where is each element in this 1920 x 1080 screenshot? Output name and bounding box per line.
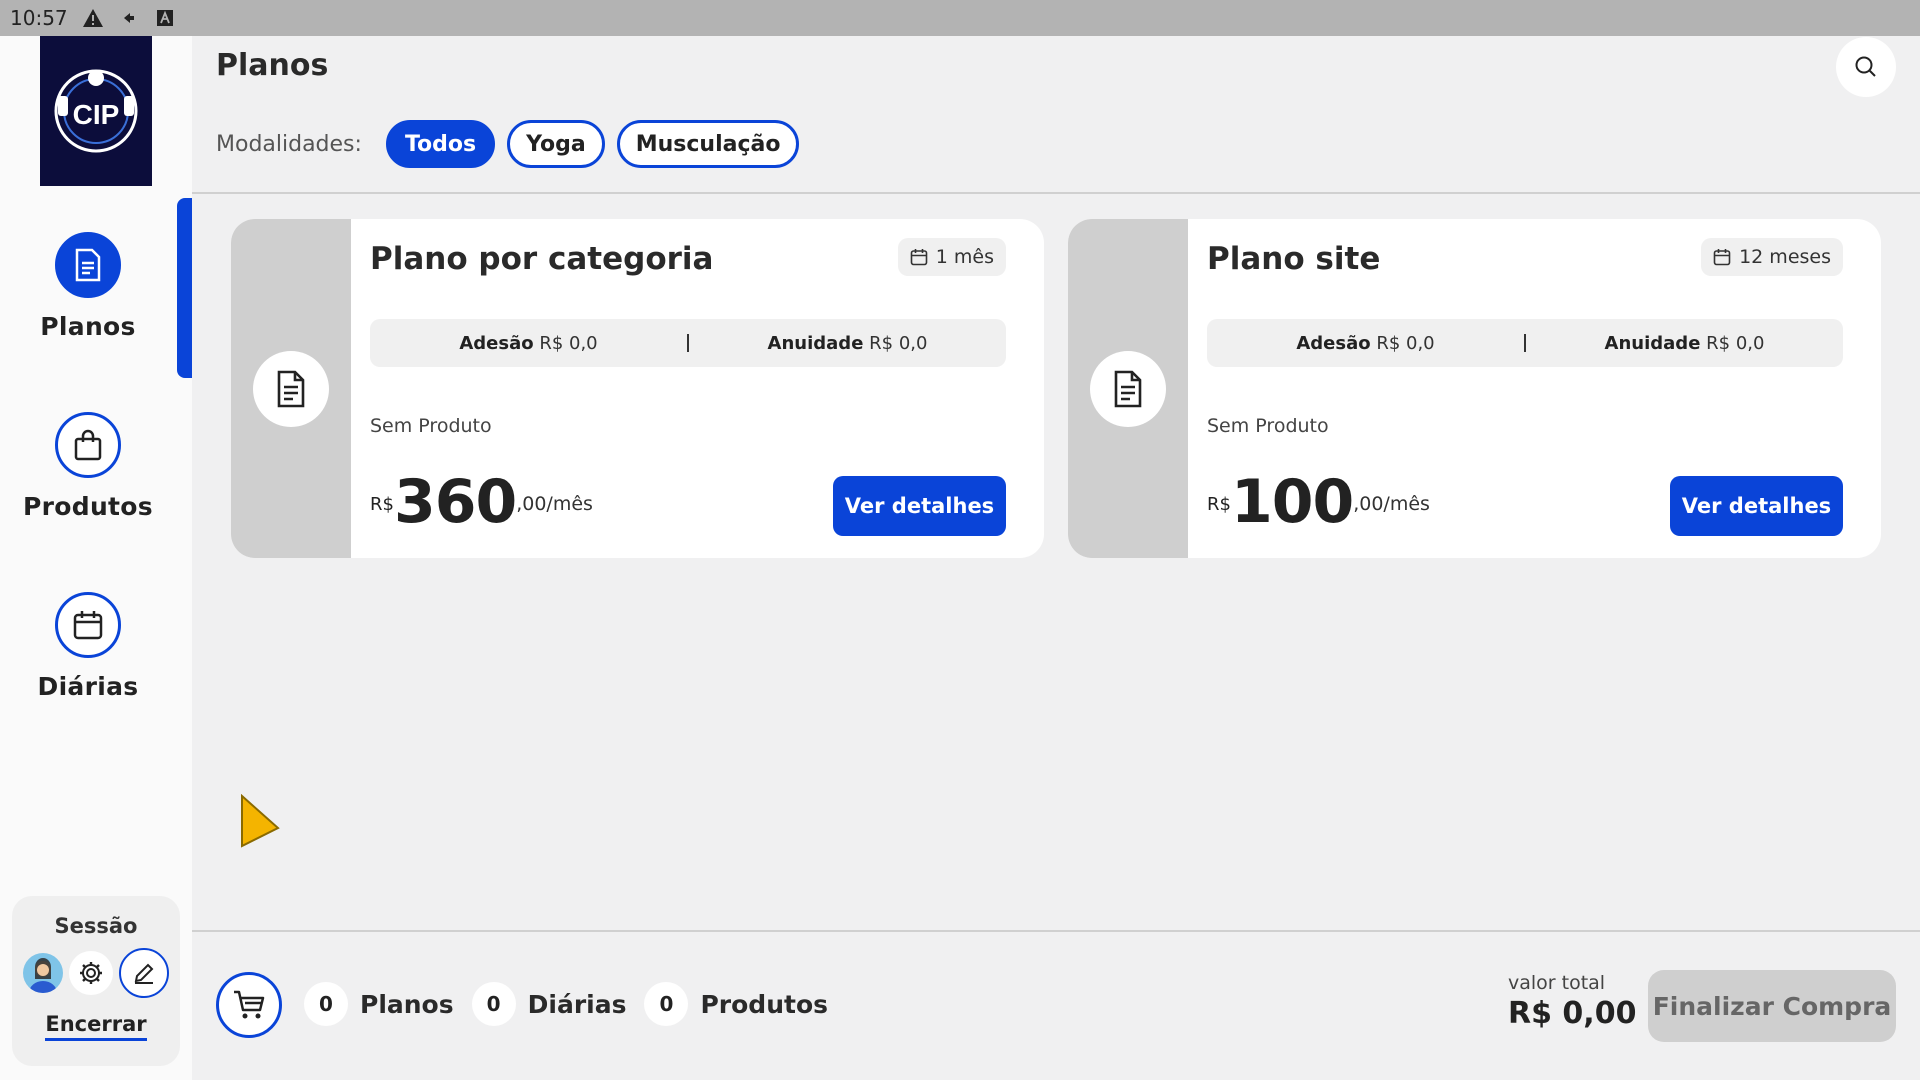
filters-label: Modalidades: (216, 131, 362, 157)
search-icon (1855, 56, 1876, 77)
modalities-filter: Modalidades: Todos Yoga Musculação (216, 120, 800, 168)
logo-text: CIP (73, 99, 120, 130)
active-nav-indicator (177, 198, 192, 378)
header-divider (192, 192, 1920, 194)
nav-label-diarias: Diárias (37, 672, 139, 701)
shopping-cart-icon (234, 990, 265, 1019)
total-value: R$ 0,00 (1508, 996, 1637, 1031)
price-suffix: ,00/mês (516, 493, 593, 515)
filter-chip-todos[interactable]: Todos (385, 120, 496, 168)
edit-pencil-icon[interactable] (119, 948, 169, 998)
plan-description: Sem Produto (1207, 415, 1329, 437)
price-suffix: ,00/mês (1353, 493, 1430, 515)
calendar-icon (910, 249, 928, 266)
plan-title: Plano por categoria (370, 241, 714, 277)
duration-badge: 1 mês (897, 238, 1006, 276)
page-title: Planos (216, 48, 329, 83)
mouse-cursor-icon (238, 793, 282, 854)
filter-chip-yoga[interactable]: Yoga (507, 120, 605, 168)
count-label-planos: Planos (360, 989, 454, 1019)
search-button[interactable] (1836, 37, 1896, 97)
signal-icon (118, 7, 140, 29)
document-icon (1090, 351, 1166, 427)
plan-description: Sem Produto (370, 415, 492, 437)
count-planos: 0 (304, 982, 348, 1026)
total-summary: valor total R$ 0,00 (1508, 972, 1636, 1031)
nav-item-planos[interactable]: Planos (0, 232, 176, 341)
cart-counts: 0 Planos 0 Diárias 0 Produtos (304, 982, 834, 1026)
nav-item-diarias[interactable]: Diárias (0, 592, 176, 701)
fee-anuidade: Anuidade R$ 0,0 (1604, 332, 1765, 354)
logout-link[interactable]: Encerrar (45, 1012, 147, 1041)
fee-adesao: Adesão R$ 0,0 (459, 332, 598, 354)
duration-text: 1 mês (935, 246, 994, 268)
session-panel: Sessão Encerrar (12, 896, 180, 1066)
cart-footer: 0 Planos 0 Diárias 0 Produtos valor tota… (192, 930, 1920, 1080)
sidebar: CIP Planos Produtos Diárias Sessão Encer… (0, 36, 192, 1080)
keyboard-icon (154, 7, 176, 29)
count-produtos: 0 (644, 982, 689, 1026)
fees-bar: Adesão R$ 0,0 Anuidade R$ 0,0 (1207, 319, 1843, 367)
cart-button[interactable] (216, 972, 282, 1038)
nav-label-produtos: Produtos (23, 492, 153, 521)
settings-gear-icon[interactable] (69, 951, 113, 995)
calendar-icon (1713, 249, 1731, 266)
filter-chip-musculacao[interactable]: Musculação (616, 120, 800, 168)
fee-adesao: Adesão R$ 0,0 (1296, 332, 1435, 354)
count-label-diarias: Diárias (527, 989, 627, 1019)
price-currency: R$ (1207, 494, 1231, 515)
price-value: 100 (1230, 467, 1354, 537)
plan-card: Plano site 12 meses Adesão R$ 0,0 Anuida… (1068, 219, 1881, 558)
count-diarias: 0 (471, 982, 516, 1026)
shopping-bag-icon (55, 412, 121, 478)
status-time: 10:57 (10, 6, 68, 30)
total-label: valor total (1508, 972, 1606, 994)
nav-item-produtos[interactable]: Produtos (0, 412, 176, 521)
nav-label-planos: Planos (40, 312, 136, 341)
session-title: Sessão (54, 914, 138, 938)
duration-badge: 12 meses (1701, 238, 1843, 276)
plan-price: R$ 360 ,00/mês (370, 469, 593, 535)
fee-anuidade: Anuidade R$ 0,0 (767, 332, 928, 354)
document-icon (55, 232, 121, 298)
calendar-icon (55, 592, 121, 658)
count-label-produtos: Produtos (700, 989, 828, 1019)
avatar[interactable] (23, 953, 63, 993)
plan-card: Plano por categoria 1 mês Adesão R$ 0,0 … (231, 219, 1044, 558)
fees-bar: Adesão R$ 0,0 Anuidade R$ 0,0 (370, 319, 1006, 367)
plan-title: Plano site (1207, 241, 1381, 277)
price-currency: R$ (370, 494, 394, 515)
warning-icon (82, 7, 104, 29)
plan-price: R$ 100 ,00/mês (1207, 469, 1430, 535)
view-details-button[interactable]: Ver detalhes (1670, 476, 1843, 536)
finalize-purchase-button[interactable]: Finalizar Compra (1648, 970, 1896, 1042)
view-details-button[interactable]: Ver detalhes (833, 476, 1006, 536)
status-bar: 10:57 (0, 0, 1920, 36)
price-value: 360 (393, 467, 517, 537)
brand-logo: CIP (40, 36, 152, 186)
document-icon (253, 351, 329, 427)
duration-text: 12 meses (1739, 246, 1831, 268)
